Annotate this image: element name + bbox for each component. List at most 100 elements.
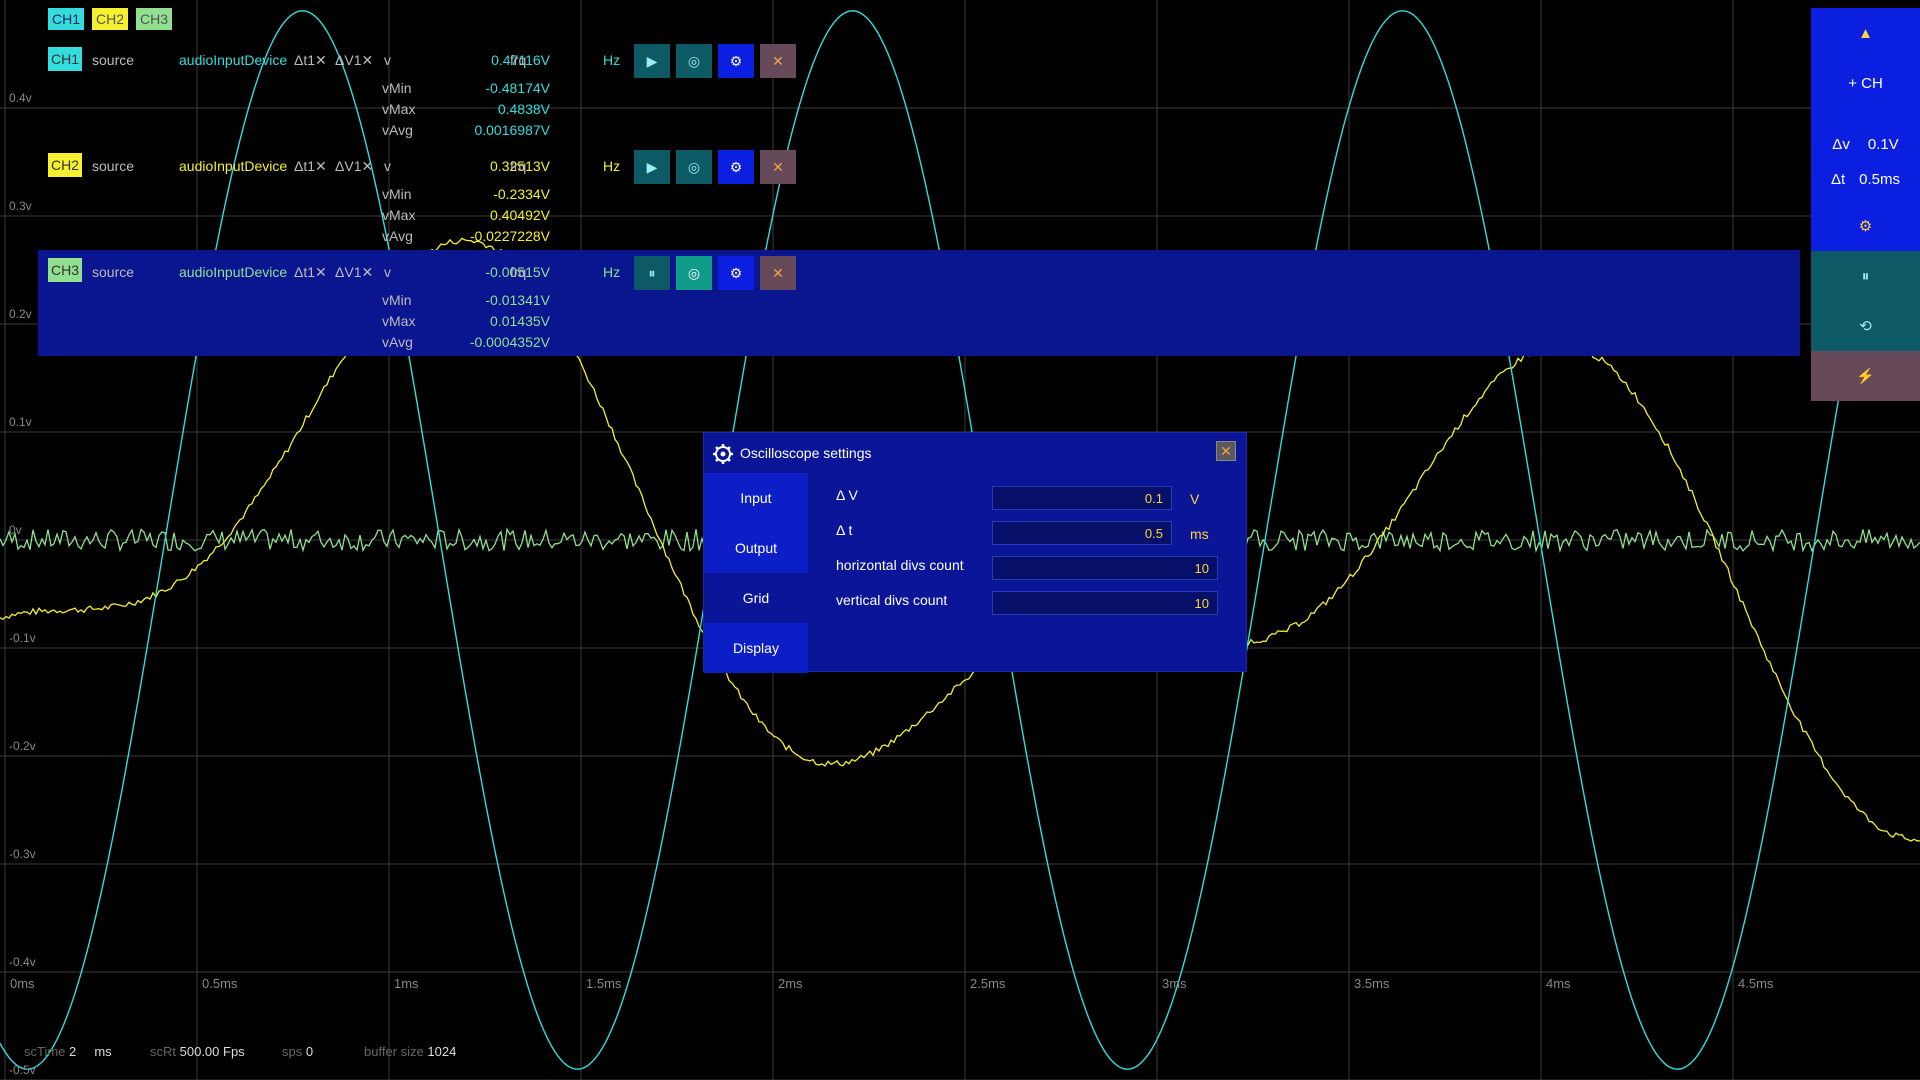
target-button[interactable]: ◎ bbox=[676, 150, 712, 184]
vmax-label: vMax bbox=[382, 313, 416, 329]
source-select[interactable]: audioInputDevice bbox=[179, 52, 287, 68]
scrt-status: scRt 500.00 Fps bbox=[150, 1044, 245, 1059]
vmax-value: 0.01435V bbox=[490, 313, 550, 329]
dt-input[interactable] bbox=[992, 521, 1172, 545]
target-button[interactable]: ◎ bbox=[676, 44, 712, 78]
sctime-value: 2 bbox=[69, 1044, 77, 1059]
tab-ch1[interactable]: CH1 bbox=[48, 8, 85, 30]
pause-all-button[interactable]: ⏸ bbox=[1811, 251, 1920, 301]
source-label: source bbox=[92, 158, 135, 174]
sctime-status: scTime 2 ms bbox=[24, 1044, 112, 1059]
dt-toggle[interactable]: Δt1✕ bbox=[294, 264, 327, 281]
dt-toggle[interactable]: Δt1✕ bbox=[294, 52, 327, 69]
pause-icon: ⏸ bbox=[648, 264, 656, 281]
vdivs-input[interactable] bbox=[992, 591, 1218, 615]
x-tick: 4ms bbox=[1546, 976, 1571, 991]
hdivs-input[interactable] bbox=[992, 556, 1218, 580]
vavg-label: vAvg bbox=[382, 228, 413, 244]
dv-label: Δv bbox=[1832, 136, 1850, 153]
settings-button[interactable]: ⚙ bbox=[718, 256, 754, 290]
frq-label: frq bbox=[510, 264, 527, 280]
source-select[interactable]: audioInputDevice bbox=[179, 264, 287, 280]
dialog-close-button[interactable]: ✕ bbox=[1216, 441, 1236, 461]
y-tick: -0.2v bbox=[9, 739, 36, 753]
vmin-value: -0.01341V bbox=[485, 292, 550, 308]
y-tick: -0.3v bbox=[9, 847, 36, 861]
x-tick: 1.5ms bbox=[586, 976, 622, 991]
gear-icon: ⚙ bbox=[729, 264, 743, 281]
vmax-label: vMax bbox=[382, 207, 416, 223]
dv-unit: V bbox=[1190, 491, 1200, 507]
tab-output[interactable]: Output bbox=[704, 523, 808, 573]
vmax-value: 0.40492V bbox=[490, 207, 550, 223]
dialog-title: Oscilloscope settings bbox=[740, 445, 872, 461]
hz-label: Hz bbox=[603, 264, 621, 280]
v-label: v bbox=[384, 158, 391, 174]
dv-value[interactable]: 0.1V bbox=[1868, 136, 1899, 153]
x-tick: 2.5ms bbox=[970, 976, 1006, 991]
dv-toggle[interactable]: ΔV1✕ bbox=[335, 52, 373, 69]
target-icon: ◎ bbox=[687, 52, 701, 69]
x-tick: 4.5ms bbox=[1738, 976, 1774, 991]
x-tick: 0.5ms bbox=[202, 976, 238, 991]
dv-input[interactable] bbox=[992, 486, 1172, 510]
lightning-icon: ⚡ bbox=[1856, 368, 1875, 385]
y-tick: 0.3v bbox=[9, 199, 32, 213]
close-button[interactable]: ✕ bbox=[760, 44, 796, 78]
frq-label: frq bbox=[510, 158, 527, 174]
tab-ch2[interactable]: CH2 bbox=[92, 8, 129, 30]
vmin-value: -0.48174V bbox=[485, 80, 550, 96]
play-button[interactable]: ▶ bbox=[634, 150, 670, 184]
channel-tag[interactable]: CH2 bbox=[48, 153, 83, 177]
vmin-value: -0.2334V bbox=[493, 186, 550, 202]
tab-ch3[interactable]: CH3 bbox=[136, 8, 173, 30]
vavg-label: vAvg bbox=[382, 334, 413, 350]
target-button[interactable]: ◎ bbox=[676, 256, 712, 290]
play-icon: ▶ bbox=[646, 158, 658, 175]
vmin-label: vMin bbox=[382, 292, 412, 308]
close-icon: ✕ bbox=[772, 158, 784, 175]
dt-toggle[interactable]: Δt1✕ bbox=[294, 158, 327, 175]
v-label: v bbox=[384, 264, 391, 280]
channel-tag[interactable]: CH3 bbox=[48, 258, 83, 282]
close-button[interactable]: ✕ bbox=[760, 256, 796, 290]
settings-button[interactable]: ⚙ bbox=[718, 150, 754, 184]
play-icon: ▶ bbox=[646, 52, 658, 69]
y-tick: 0v bbox=[9, 523, 22, 537]
dt-value[interactable]: 0.5ms bbox=[1859, 171, 1900, 188]
tab-display[interactable]: Display bbox=[704, 623, 808, 673]
collapse-button[interactable]: ▲ bbox=[1811, 8, 1920, 58]
gear-icon: ⚙ bbox=[729, 158, 743, 175]
tab-grid[interactable]: Grid bbox=[704, 573, 808, 623]
dv-toggle[interactable]: ΔV1✕ bbox=[335, 264, 373, 281]
vavg-label: vAvg bbox=[382, 122, 413, 138]
y-tick: -0.1v bbox=[9, 631, 36, 645]
play-button[interactable]: ▶ bbox=[634, 44, 670, 78]
x-tick: 3.5ms bbox=[1354, 976, 1390, 991]
scrt-label: scRt bbox=[150, 1044, 176, 1059]
close-button[interactable]: ✕ bbox=[760, 150, 796, 184]
global-settings-button[interactable]: ⚙ bbox=[1811, 201, 1920, 251]
scale-readout: Δv 0.1V Δt 0.5ms bbox=[1811, 108, 1920, 216]
add-channel-button[interactable]: + CH bbox=[1811, 58, 1920, 108]
v-value: -0.00515V bbox=[485, 264, 550, 280]
pause-button[interactable]: ⏸ bbox=[634, 256, 670, 290]
y-tick: 0.4v bbox=[9, 91, 32, 105]
dt-setting-label: Δ t bbox=[836, 522, 853, 538]
v-value: 0.32513V bbox=[490, 158, 550, 174]
buffer-value: 1024 bbox=[427, 1044, 457, 1059]
hdivs-setting-label: horizontal divs count bbox=[836, 557, 964, 573]
close-icon: ✕ bbox=[772, 52, 784, 69]
channel-tag[interactable]: CH1 bbox=[48, 47, 83, 71]
reset-button[interactable]: ⟲ bbox=[1811, 301, 1920, 351]
dv-toggle[interactable]: ΔV1✕ bbox=[335, 158, 373, 175]
sps-value: 0 bbox=[305, 1044, 314, 1059]
y-tick: 0.1v bbox=[9, 415, 32, 429]
trigger-button[interactable]: ⚡ bbox=[1811, 351, 1920, 401]
hz-label: Hz bbox=[603, 158, 621, 174]
source-select[interactable]: audioInputDevice bbox=[179, 158, 287, 174]
tab-input[interactable]: Input bbox=[704, 473, 808, 523]
source-label: source bbox=[92, 264, 135, 280]
triangle-up-icon: ▲ bbox=[1858, 24, 1873, 42]
settings-button[interactable]: ⚙ bbox=[718, 44, 754, 78]
